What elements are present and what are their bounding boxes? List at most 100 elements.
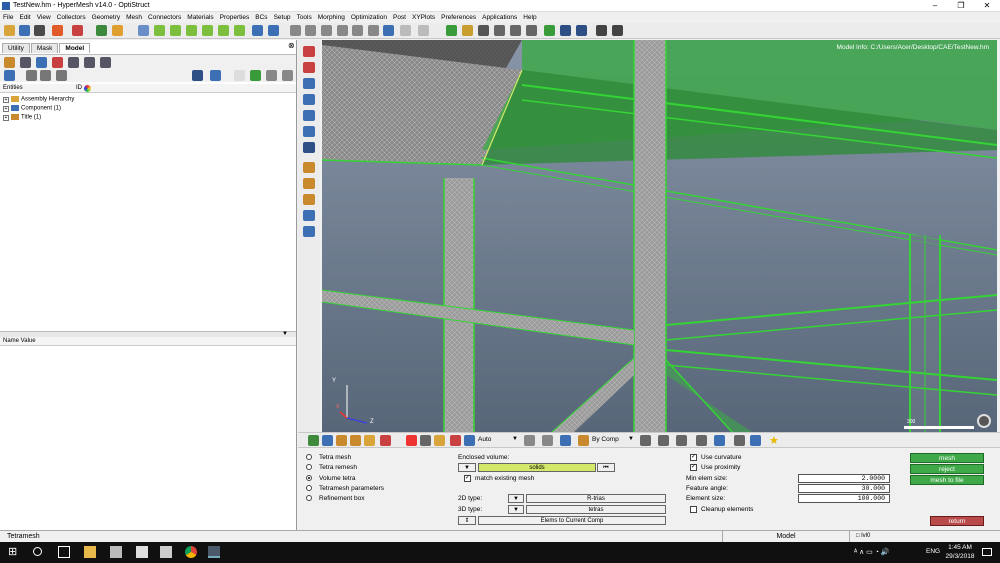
language-indicator[interactable]: ENG	[926, 548, 940, 555]
orbit-icon[interactable]	[383, 25, 394, 36]
measure-icon[interactable]	[462, 25, 473, 36]
type2d-dropdown[interactable]: ▼	[508, 494, 524, 503]
windows-start-icon[interactable]: ⊞	[8, 546, 20, 558]
components-view-icon[interactable]	[4, 57, 15, 68]
import-icon[interactable]	[52, 25, 63, 36]
menu-help[interactable]: Help	[520, 12, 539, 23]
return-button[interactable]: return	[930, 516, 984, 526]
eye-all-icon[interactable]	[282, 70, 293, 81]
bt-lightning-icon[interactable]	[364, 435, 375, 446]
perspective-icon[interactable]	[268, 25, 279, 36]
bt-box-icon[interactable]	[322, 435, 333, 446]
mesh-display-icon[interactable]	[560, 25, 571, 36]
tree-item-assembly[interactable]: + Assembly Hierarchy	[3, 96, 74, 103]
hypermesh-taskbar-icon[interactable]	[208, 546, 220, 558]
arrow-icon[interactable]	[352, 25, 363, 36]
edge-icon[interactable]	[544, 25, 555, 36]
cube-wire-icon[interactable]	[494, 25, 505, 36]
close-button[interactable]: ✕	[974, 0, 1000, 12]
save-file-icon[interactable]	[34, 25, 45, 36]
elems-to-comp-toggle[interactable]: ⇕	[458, 516, 476, 525]
rotate-icon[interactable]	[252, 25, 263, 36]
redo-icon[interactable]	[418, 25, 429, 36]
radio-tetramesh-parameters[interactable]: Tetramesh parameters	[306, 485, 384, 492]
filter-icon[interactable]	[56, 70, 67, 81]
bt-elem-icon[interactable]	[658, 435, 669, 446]
chrome-icon[interactable]	[185, 546, 197, 558]
use-curvature[interactable]: ✓ Use curvature	[690, 454, 741, 461]
reset-selection-icon[interactable]: ⏮	[597, 463, 615, 472]
pan-icon[interactable]	[321, 25, 332, 36]
checkbox-icon[interactable]: ✓	[690, 454, 697, 461]
bt-line-icon[interactable]	[676, 435, 687, 446]
menu-geometry[interactable]: Geometry	[89, 12, 124, 23]
elems-to-current-comp[interactable]: Elems to Current Comp	[478, 516, 666, 525]
hand-icon[interactable]	[337, 25, 348, 36]
view-cube-icon[interactable]	[977, 414, 991, 428]
graphics-viewport[interactable]: Model Info: C:/Users/Acer/Desktop/CAE/Te…	[322, 40, 997, 432]
view-side-icon[interactable]	[202, 25, 213, 36]
vt-reveal-icon[interactable]	[303, 94, 315, 105]
bt-bycomp-icon[interactable]	[578, 435, 589, 446]
menu-connectors[interactable]: Connectors	[145, 12, 184, 23]
radio-refinement-box[interactable]: Refinement box	[306, 495, 365, 502]
bt-grid-icon[interactable]	[734, 435, 745, 446]
cube-shaded-icon[interactable]	[510, 25, 521, 36]
element-size-field[interactable]: 100.000	[798, 494, 890, 503]
task-view-icon[interactable]	[58, 546, 70, 558]
element-display-icon[interactable]	[576, 25, 587, 36]
vt-mask-icon[interactable]	[303, 62, 315, 73]
checkbox-icon[interactable]: ✓	[690, 464, 697, 471]
tray-icons[interactable]: ᴬ ∧ ▭ ◔ 🔊	[854, 548, 890, 556]
eye-icon[interactable]	[266, 70, 277, 81]
vt-tag-icon[interactable]	[303, 210, 315, 221]
line-icon[interactable]	[446, 25, 457, 36]
menu-tools[interactable]: Tools	[294, 12, 315, 23]
spin-icon[interactable]	[368, 25, 379, 36]
bt-cube-icon[interactable]	[560, 435, 571, 446]
menu-materials[interactable]: Materials	[184, 12, 216, 23]
id-col[interactable]: ID	[76, 85, 82, 91]
bt-mesh-icon[interactable]	[640, 435, 651, 446]
menu-xyplots[interactable]: XYPlots	[409, 12, 438, 23]
solids-selector[interactable]: solids	[478, 463, 596, 472]
vector-icon[interactable]	[596, 25, 607, 36]
bt-chart-icon[interactable]	[336, 435, 347, 446]
bt-transparency-icon[interactable]	[542, 435, 553, 446]
user-icon[interactable]	[96, 25, 107, 36]
entities-col[interactable]: Entities	[3, 85, 23, 91]
close-browser-icon[interactable]: ⊗	[288, 41, 295, 50]
folder-icon[interactable]	[112, 25, 123, 36]
zoom-in-icon[interactable]	[290, 25, 301, 36]
material-view-icon[interactable]	[52, 57, 63, 68]
tab-utility[interactable]: Utility	[2, 43, 30, 53]
pointer-icon[interactable]	[234, 70, 245, 81]
find-icon[interactable]	[250, 70, 261, 81]
output-view-icon[interactable]	[100, 57, 111, 68]
bt-duplicate-icon[interactable]	[420, 435, 431, 446]
star-icon[interactable]: ★	[769, 434, 779, 447]
bt-point-icon[interactable]	[450, 435, 461, 446]
delete-icon[interactable]	[406, 435, 417, 446]
menu-edit[interactable]: Edit	[16, 12, 33, 23]
vt-display-icon[interactable]	[303, 46, 315, 57]
assembly-view-icon[interactable]	[36, 57, 47, 68]
menu-applications[interactable]: Applications	[479, 12, 520, 23]
bt-screen-icon[interactable]	[750, 435, 761, 446]
min-elem-size-field[interactable]: 2.0000	[798, 474, 890, 483]
radio-volume-tetra[interactable]: Volume tetra	[306, 475, 356, 482]
notifications-icon[interactable]	[982, 548, 992, 556]
app-icon-1[interactable]	[110, 546, 122, 558]
match-existing-mesh[interactable]: ✓ match existing mesh	[464, 475, 534, 482]
type3d-dropdown[interactable]: ▼	[508, 505, 524, 514]
minimize-button[interactable]: –	[922, 0, 948, 12]
vt-abc-icon[interactable]	[303, 178, 315, 189]
menu-mesh[interactable]: Mesh	[123, 12, 145, 23]
vt-note-icon[interactable]	[303, 226, 315, 237]
vt-abc2-icon[interactable]	[303, 194, 315, 205]
menu-view[interactable]: View	[34, 12, 54, 23]
zoom-out-icon[interactable]	[305, 25, 316, 36]
tab-model[interactable]: Model	[59, 43, 91, 53]
chevron-down-icon[interactable]: ▼	[628, 436, 634, 442]
color-by-select[interactable]: By Comp	[592, 436, 619, 443]
